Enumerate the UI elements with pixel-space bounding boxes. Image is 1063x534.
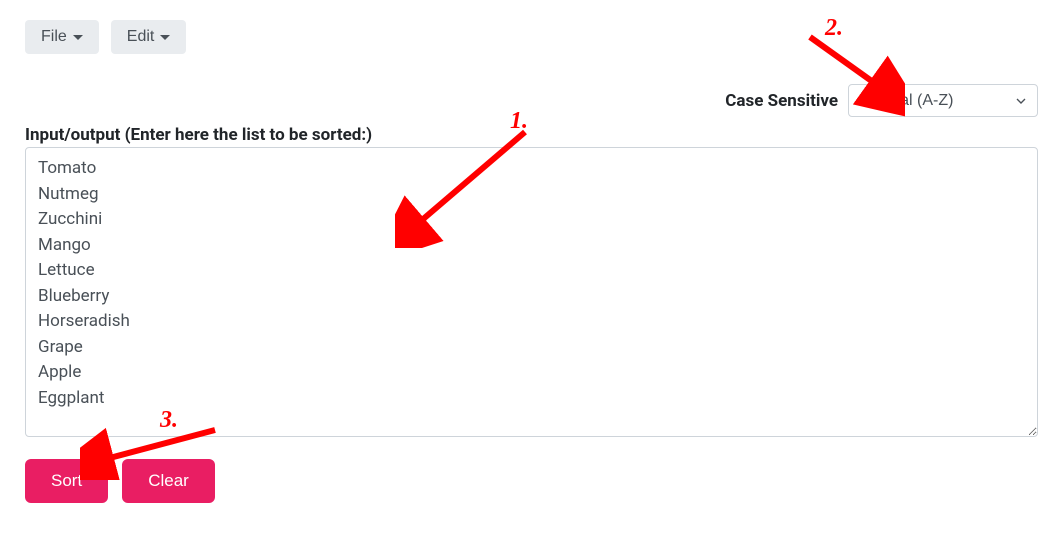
toolbar: File Edit	[25, 20, 1038, 54]
input-output-textarea[interactable]	[25, 147, 1038, 437]
caret-down-icon	[73, 35, 83, 40]
file-menu-button[interactable]: File	[25, 20, 99, 54]
sort-order-select[interactable]: Natural (A-Z)	[848, 84, 1038, 117]
edit-menu-label: Edit	[127, 28, 155, 46]
edit-menu-button[interactable]: Edit	[111, 20, 187, 54]
case-sensitive-label: Case Sensitive	[725, 91, 838, 111]
caret-down-icon	[160, 35, 170, 40]
action-row: Sort Clear	[25, 459, 1038, 503]
file-menu-label: File	[41, 28, 67, 46]
options-row: Case Sensitive Natural (A-Z)	[25, 84, 1038, 117]
sort-button[interactable]: Sort	[25, 459, 108, 503]
clear-button[interactable]: Clear	[122, 459, 215, 503]
input-output-label: Input/output (Enter here the list to be …	[25, 125, 1038, 145]
